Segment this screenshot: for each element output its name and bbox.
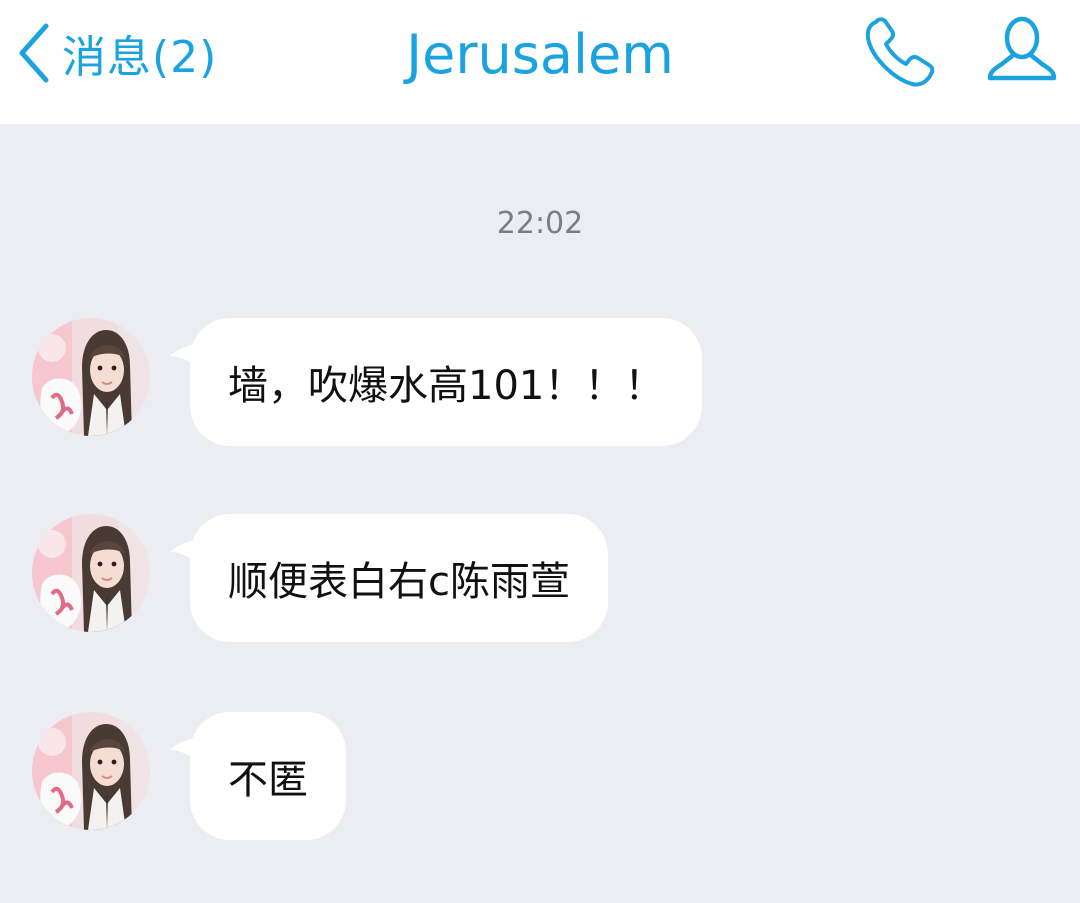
avatar-image [32,318,150,436]
message-row: 不匿 [0,712,1080,842]
message-bubble[interactable]: 墙，吹爆水高101！！！ [190,318,703,446]
avatar[interactable] [32,712,150,830]
message-bubble[interactable]: 不匿 [190,712,346,840]
avatar-image [32,712,150,830]
phone-icon [865,17,935,87]
avatar[interactable] [32,318,150,436]
avatar[interactable] [32,514,150,632]
avatar-image [32,514,150,632]
message-text: 顺便表白右c陈雨萱 [228,559,570,605]
message-row: 墙，吹爆水高101！！！ [0,318,1080,448]
message-text: 不匿 [228,757,308,803]
call-button[interactable] [862,14,938,90]
message-bubble[interactable]: 顺便表白右c陈雨萱 [190,514,608,642]
chat-header: 消息(2) Jerusalem [0,0,1080,124]
message-text: 墙，吹爆水高101！！！ [228,363,665,409]
message-row: 顺便表白右c陈雨萱 [0,514,1080,644]
message-timestamp: 22:02 [496,206,584,241]
profile-button[interactable] [984,12,1060,88]
person-icon [987,16,1057,81]
